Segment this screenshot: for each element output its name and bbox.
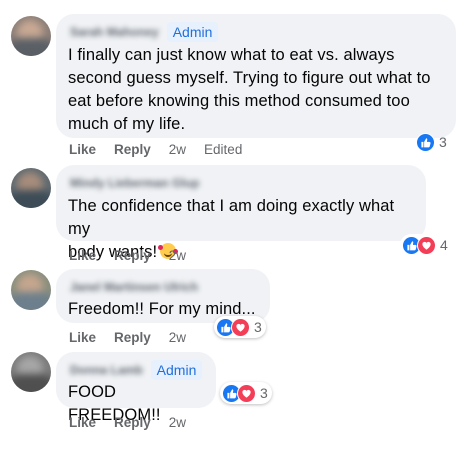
comment-actions: Like Reply 2w Edited	[69, 139, 260, 159]
love-reaction-icon	[417, 235, 436, 255]
reply-button[interactable]: Reply	[114, 142, 151, 157]
comment-text: I finally can just know what to eat vs. …	[68, 46, 431, 133]
comment-actions: Like Reply 2w	[69, 327, 204, 347]
author-name[interactable]: Mindy Lieberman Glup	[70, 176, 199, 190]
reaction-count: 4	[440, 237, 448, 253]
edited-label: Edited	[204, 141, 243, 157]
comment-bubble: Janel Martinsen Ulrich Freedom!! For my …	[56, 269, 270, 323]
reply-button[interactable]: Reply	[114, 330, 151, 345]
avatar[interactable]	[11, 352, 51, 392]
like-reaction-icon	[416, 132, 435, 152]
admin-badge: Admin	[150, 359, 203, 380]
author-name[interactable]: Janel Martinsen Ulrich	[70, 280, 198, 294]
author-name[interactable]: Donna Lamb	[70, 363, 143, 377]
comment-actions: Like Reply 2w	[69, 245, 204, 265]
avatar[interactable]	[11, 270, 51, 310]
reaction-count: 3	[439, 134, 447, 150]
comment-bubble: Mindy Lieberman Glup The confidence that…	[56, 165, 426, 261]
reply-button[interactable]: Reply	[114, 415, 151, 430]
reaction-summary[interactable]: 4	[400, 234, 452, 256]
admin-badge: Admin	[166, 21, 219, 42]
timestamp[interactable]: 2w	[169, 248, 186, 263]
reaction-summary[interactable]: 3	[220, 382, 272, 404]
reply-button[interactable]: Reply	[114, 248, 151, 263]
avatar[interactable]	[11, 16, 51, 56]
timestamp[interactable]: 2w	[169, 415, 186, 430]
like-button[interactable]: Like	[69, 415, 96, 430]
comment-actions: Like Reply 2w	[69, 412, 204, 432]
like-button[interactable]: Like	[69, 248, 96, 263]
love-reaction-icon	[237, 383, 256, 403]
like-button[interactable]: Like	[69, 142, 96, 157]
comment-bubble: Sarah Mahoney Admin I finally can just k…	[56, 14, 456, 138]
comment-bubble: Donna Lamb Admin FOOD FREEDOM!!	[56, 352, 216, 424]
avatar[interactable]	[11, 168, 51, 208]
reaction-summary[interactable]: 3	[416, 131, 447, 153]
timestamp[interactable]: 2w	[169, 142, 186, 157]
like-button[interactable]: Like	[69, 330, 96, 345]
reaction-count: 3	[254, 319, 262, 335]
timestamp[interactable]: 2w	[169, 330, 186, 345]
reaction-count: 3	[260, 385, 268, 401]
love-reaction-icon	[231, 317, 250, 337]
reaction-summary[interactable]: 3	[214, 316, 266, 338]
author-name[interactable]: Sarah Mahoney	[70, 25, 159, 39]
